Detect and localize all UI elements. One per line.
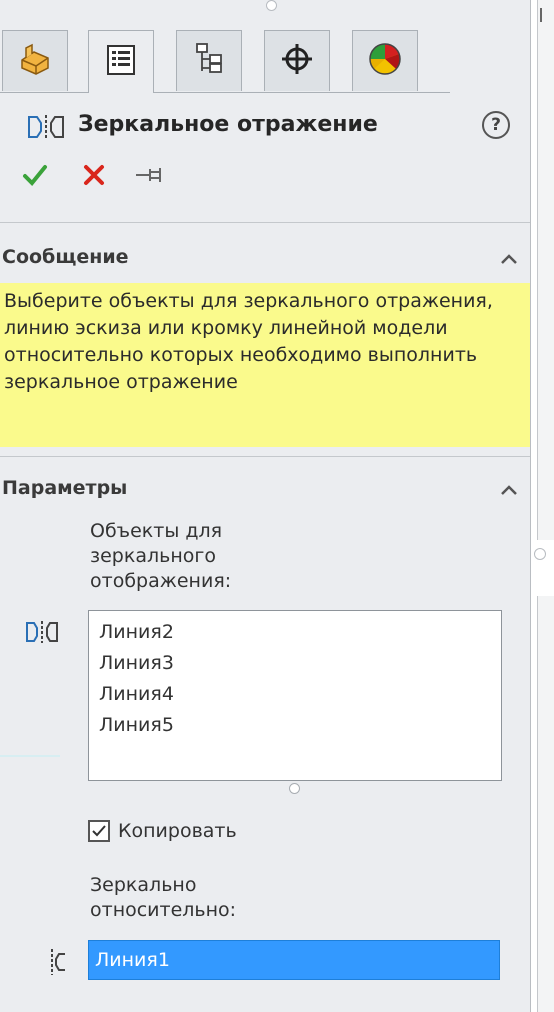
objects-label: Объекты для зеркального отображения: bbox=[90, 520, 232, 592]
appearance-pie-icon bbox=[366, 40, 404, 82]
divider bbox=[0, 222, 530, 223]
splitter-handle[interactable] bbox=[534, 548, 546, 560]
configuration-icon bbox=[192, 41, 226, 81]
crosshair-icon bbox=[279, 41, 315, 81]
mirror-entities-icon bbox=[26, 114, 66, 144]
pin-button[interactable] bbox=[134, 164, 166, 190]
copy-checkbox[interactable] bbox=[88, 820, 110, 842]
message-text: Выберите объекты для зеркального отражен… bbox=[0, 283, 530, 447]
property-manager-panel: Зеркальное отражение ? Сообщение Выберит… bbox=[0, 0, 531, 1012]
message-section-header[interactable]: Сообщение bbox=[0, 242, 530, 278]
objects-selection-list[interactable]: Линия2 Линия3 Линия4 Линия5 bbox=[88, 610, 502, 781]
close-icon bbox=[84, 165, 104, 185]
list-item[interactable]: Линия4 bbox=[99, 679, 501, 710]
view-pane bbox=[537, 0, 554, 540]
section-title: Параметры bbox=[2, 477, 128, 499]
list-item[interactable]: Линия2 bbox=[99, 617, 501, 648]
params-section-header[interactable]: Параметры bbox=[0, 473, 530, 509]
divider bbox=[0, 755, 60, 757]
list-item[interactable]: Линия3 bbox=[99, 648, 501, 679]
copy-label: Копировать bbox=[118, 820, 237, 842]
action-buttons bbox=[0, 158, 300, 198]
tab-display-manager[interactable] bbox=[352, 30, 418, 91]
view-pane bbox=[537, 596, 554, 1012]
cancel-button[interactable] bbox=[82, 163, 106, 191]
feature-title-row: Зеркальное отражение ? bbox=[0, 108, 530, 144]
tab-feature-manager[interactable] bbox=[2, 30, 68, 91]
list-resize-handle[interactable] bbox=[289, 783, 300, 794]
tab-dimxpert-manager[interactable] bbox=[264, 30, 330, 91]
mirror-about-field[interactable]: Линия1 bbox=[88, 940, 500, 980]
mirror-line-icon bbox=[48, 948, 68, 980]
mirror-about-label: Зеркально относительно: bbox=[90, 874, 237, 921]
mirror-entities-icon bbox=[24, 620, 60, 648]
tab-configuration-manager[interactable] bbox=[176, 30, 242, 91]
feature-title: Зеркальное отражение bbox=[78, 112, 378, 137]
pushpin-icon bbox=[136, 168, 161, 182]
ok-button[interactable] bbox=[22, 162, 48, 192]
list-item[interactable]: Линия5 bbox=[99, 710, 501, 741]
checkmark-icon bbox=[23, 165, 47, 186]
divider bbox=[540, 8, 546, 22]
section-title: Сообщение bbox=[2, 246, 129, 268]
manager-tab-bar bbox=[0, 30, 450, 93]
part-icon bbox=[16, 40, 54, 82]
collapse-icon[interactable] bbox=[498, 248, 520, 270]
property-list-icon bbox=[104, 43, 138, 81]
splitter-handle[interactable] bbox=[266, 0, 277, 11]
collapse-icon[interactable] bbox=[498, 479, 520, 501]
graphics-area-edge bbox=[531, 0, 554, 1012]
checkmark-icon bbox=[92, 825, 106, 837]
help-icon[interactable]: ? bbox=[482, 111, 510, 139]
divider bbox=[0, 456, 530, 457]
tab-property-manager[interactable] bbox=[88, 30, 154, 93]
